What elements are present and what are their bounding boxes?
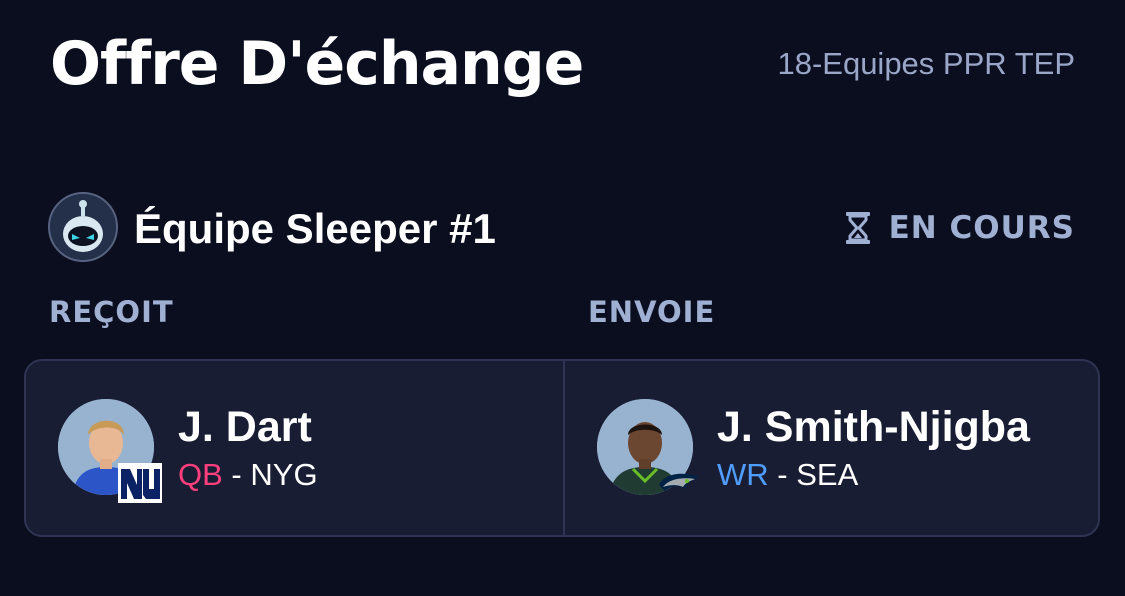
meta-separator: - [231,457,242,492]
meta-separator: - [777,457,788,492]
hourglass-icon [845,212,870,244]
player-card-send[interactable]: J. Smith-Njigba WR - SEA [565,361,1101,535]
sea-logo-icon [659,473,699,491]
status-label: EN COURS [888,210,1075,246]
nyg-logo-icon [118,463,162,503]
player-team: SEA [796,457,859,492]
player-name: J. Smith-Njigba [717,403,1030,451]
receives-label: REÇOIT [49,295,174,329]
team-header[interactable]: Équipe Sleeper #1 EN COURS [48,192,1075,264]
sleeper-logo-icon [50,194,116,260]
player-position: QB [178,457,223,492]
player-position: WR [717,457,769,492]
team-avatar [48,192,118,262]
player-team: NYG [250,457,318,492]
league-settings: 18-Equipes PPR TEP [777,46,1075,81]
player-meta: WR - SEA [717,457,858,493]
trade-card: J. Dart QB - NYG J. Smith-Njigba WR - SE… [24,359,1100,537]
trade-status: EN COURS [845,208,1075,248]
player-card-receive[interactable]: J. Dart QB - NYG [26,361,562,535]
team-name: Équipe Sleeper #1 [134,205,496,252]
sends-label: ENVOIE [588,295,716,329]
page-title: Offre D'échange [50,29,584,99]
player-meta: QB - NYG [178,457,318,493]
player-name: J. Dart [178,403,312,451]
